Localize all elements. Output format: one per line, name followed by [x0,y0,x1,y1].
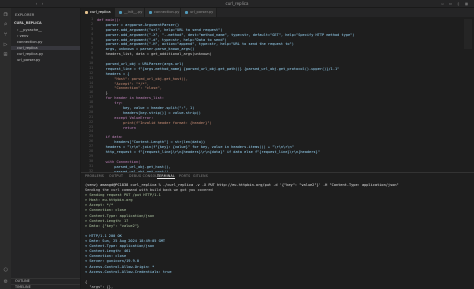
extensions-icon[interactable]: ⊞ [2,51,9,58]
sidebar-toggle-icon[interactable]: ▯ [456,1,461,6]
explorer-sidebar: EXPLORER CURL_REPLICA › __pycache__ › ve… [11,8,81,289]
sidebar-item-pycache[interactable]: › __pycache__ [17,28,42,32]
tab-ports[interactable]: PORTS [179,174,190,178]
layout-icon[interactable]: ▫ [440,1,445,6]
tab-debug-console[interactable]: DEBUG CONSOLE [129,174,160,178]
run-debug-icon[interactable]: ▷ [2,41,9,48]
tab-problems[interactable]: PROBLEMS [85,174,104,178]
tab-label: curl_replica [90,10,111,14]
title-bar: ‹ › curl_replica ▫ ▭ ▯ ▦ [0,0,474,8]
source-control-icon[interactable]: ⑂ [2,31,9,38]
minimap[interactable] [464,19,472,49]
sidebar-item-venv[interactable]: › venv [17,34,28,38]
tab-curl-replica[interactable]: curl_replica [81,8,115,17]
python-file-icon [149,10,152,14]
project-folder[interactable]: CURL_REPLICA [14,21,42,25]
customize-layout-icon[interactable]: ▦ [464,1,469,6]
window-title: curl_replica [225,1,249,6]
tab-label: url_parser.py [190,10,214,14]
files-icon[interactable]: ❐ [2,11,9,18]
outline-section[interactable]: OUTLINE [11,278,80,283]
bottom-panel: PROBLEMS OUTPUT DEBUG CONSOLE TERMINAL P… [81,172,474,289]
python-file-icon [119,10,122,14]
sidebar-item-connection[interactable]: connection.py [17,40,42,44]
tab-label: connection.py [154,10,180,14]
activity-bar: ❐ ⌕ ⑂ ▷ ⊞ ◯ ⚙ [0,8,11,289]
code-editor[interactable]: 1 2 3 4 5 6 7 8 9 10 11 12 13 14 15 16 17 18 19 20 21 22 23 24 2… [81,17,474,172]
editor-tabs: curl_replica __init__.py connection.py u… [81,8,474,17]
terminal-line: "args": {}, [85,284,114,289]
tab-terminal[interactable]: TERMINAL [157,174,175,179]
sidebar-item-curl-replica[interactable]: curl_replica [11,46,80,50]
sidebar-item-curl-replica-py[interactable]: curl_replica.py [17,52,43,56]
file-type-icon [85,10,88,14]
account-icon[interactable]: ◯ [2,266,9,273]
tab-output[interactable]: OUTPUT [109,174,123,178]
search-icon[interactable]: ⌕ [2,21,9,28]
tab-gitlens[interactable]: GITLENS [193,174,208,178]
tab-init-py[interactable]: __init__.py [115,8,145,17]
line-number-gutter: 1 2 3 4 5 6 7 8 9 10 11 12 13 14 15 16 17 18 19 20 21 22 23 24 2… [81,17,95,172]
code-area[interactable]: def main(): parser = argparse.ArgumentPa… [97,18,474,172]
panel-tabs: PROBLEMS OUTPUT DEBUG CONSOLE TERMINAL P… [81,173,474,180]
tab-label: __init__.py [124,10,143,14]
gear-icon[interactable]: ⚙ [2,278,9,285]
timeline-section[interactable]: TIMELINE [11,284,80,289]
terminal-output[interactable]: (venv) amangd@PC1838 curl_replica % ./cu… [85,183,470,289]
sidebar-item-url-parser[interactable]: url_parser.py [17,58,40,62]
panel-toggle-icon[interactable]: ▭ [448,1,453,6]
tab-connection-py[interactable]: connection.py [145,8,181,17]
python-file-icon [185,10,188,14]
explorer-header: EXPLORER [15,13,35,17]
tab-url-parser-py[interactable]: url_parser.py [181,8,217,17]
